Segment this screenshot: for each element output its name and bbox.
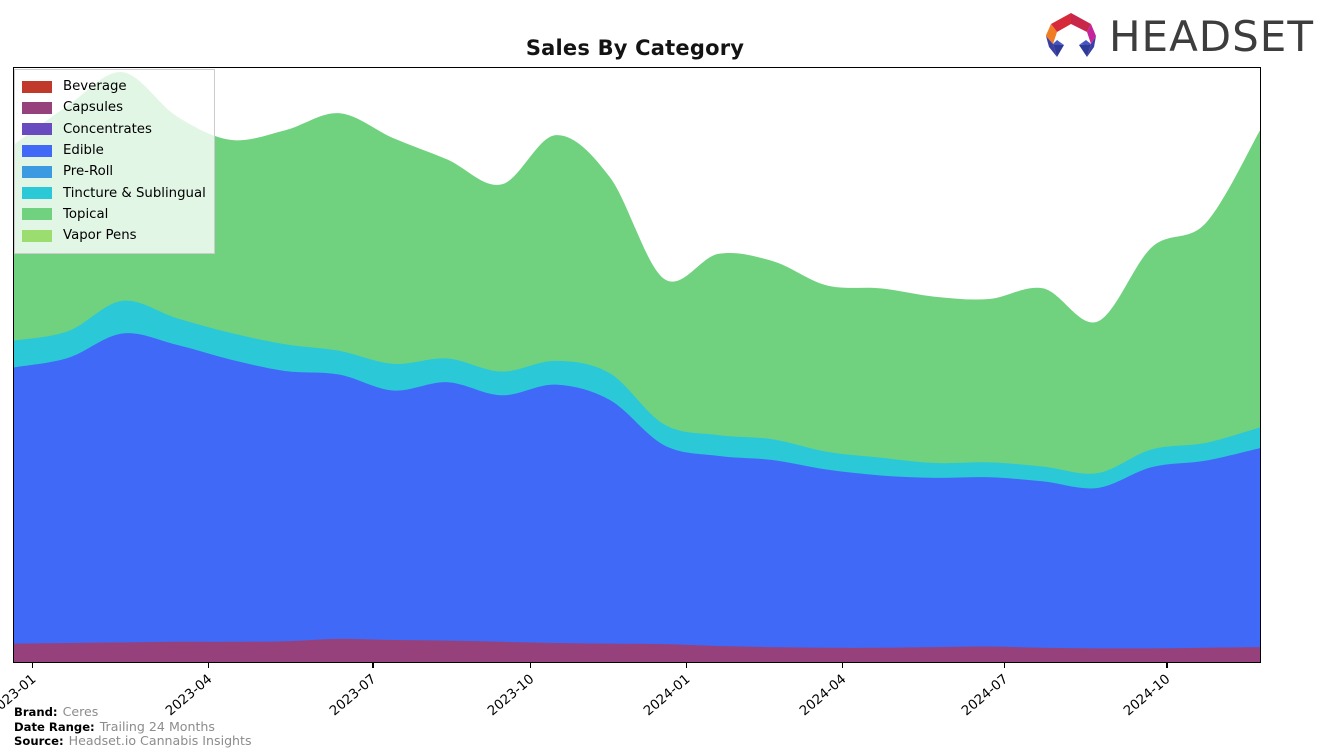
legend-item-label: Vapor Pens xyxy=(63,228,137,244)
x-axis-tick-label: 2024-07 xyxy=(959,671,1012,720)
legend-item-label: Pre-Roll xyxy=(63,164,114,180)
legend-swatch-icon xyxy=(22,165,52,178)
x-axis-tick-label: 2023-07 xyxy=(327,671,380,720)
legend-item-label: Edible xyxy=(63,143,104,159)
logo-wordmark: HEADSET xyxy=(1108,12,1314,61)
x-axis-tick-label: 2024-01 xyxy=(640,671,694,720)
footer-row: Source: Headset.io Cannabis Insights xyxy=(14,734,252,749)
tick-mark xyxy=(841,663,844,668)
legend-item-label: Tincture & Sublingual xyxy=(63,185,206,201)
legend-item-label: Topical xyxy=(63,206,109,222)
footer-value: Trailing 24 Months xyxy=(99,718,215,734)
x-axis-tick-label: 2024-10 xyxy=(1121,671,1174,720)
footer-key: Source: xyxy=(14,734,64,749)
legend-swatch-icon xyxy=(22,208,52,221)
legend-item[interactable]: Pre-Roll xyxy=(22,161,207,182)
legend-item-label: Concentrates xyxy=(63,121,152,137)
tick-mark xyxy=(207,663,210,668)
legend-swatch-icon xyxy=(22,123,52,136)
legend-swatch-icon xyxy=(22,101,52,114)
legend-item[interactable]: Capsules xyxy=(22,97,207,118)
x-axis-tick-label: 2023-10 xyxy=(484,671,538,720)
chart-footer: Brand: Ceres Date Range: Trailing 24 Months… xyxy=(14,705,252,749)
footer-value: Ceres xyxy=(62,704,99,719)
legend-swatch-icon xyxy=(22,80,52,93)
tick-mark xyxy=(31,663,34,668)
legend-item[interactable]: Vapor Pens xyxy=(22,225,207,246)
legend-item[interactable]: Beverage xyxy=(22,76,207,97)
footer-row: Brand: Ceres xyxy=(14,705,252,720)
legend-swatch-icon xyxy=(22,144,52,157)
legend-item-label: Beverage xyxy=(63,79,127,95)
tick-mark xyxy=(1003,663,1006,668)
chart-page: Sales By Category HEADSET Beverage Capsu… xyxy=(0,0,1324,748)
footer-row: Date Range: Trailing 24 Months xyxy=(14,718,252,735)
tick-mark xyxy=(529,663,532,668)
tick-mark xyxy=(372,663,374,668)
legend-item[interactable]: Edible xyxy=(22,140,207,161)
footer-key: Date Range: xyxy=(14,719,95,734)
tick-mark xyxy=(1166,663,1168,668)
legend-item-label: Capsules xyxy=(63,100,124,116)
footer-key: Brand: xyxy=(14,705,58,719)
footer-value: Headset.io Cannabis Insights xyxy=(68,733,252,749)
legend-item[interactable]: Concentrates xyxy=(22,119,207,140)
tick-mark xyxy=(685,663,688,668)
legend-item[interactable]: Tincture & Sublingual xyxy=(22,182,207,203)
legend-swatch-icon xyxy=(22,187,52,200)
legend: Beverage Capsules Concentrates Edible Pre-Ro… xyxy=(14,69,215,255)
headset-hexagon-logo-icon xyxy=(1043,10,1099,64)
headset-logo: HEADSET xyxy=(1043,10,1314,64)
legend-item[interactable]: Topical xyxy=(22,204,207,225)
x-axis-tick-label: 2024-04 xyxy=(796,671,850,720)
legend-swatch-icon xyxy=(22,229,52,242)
